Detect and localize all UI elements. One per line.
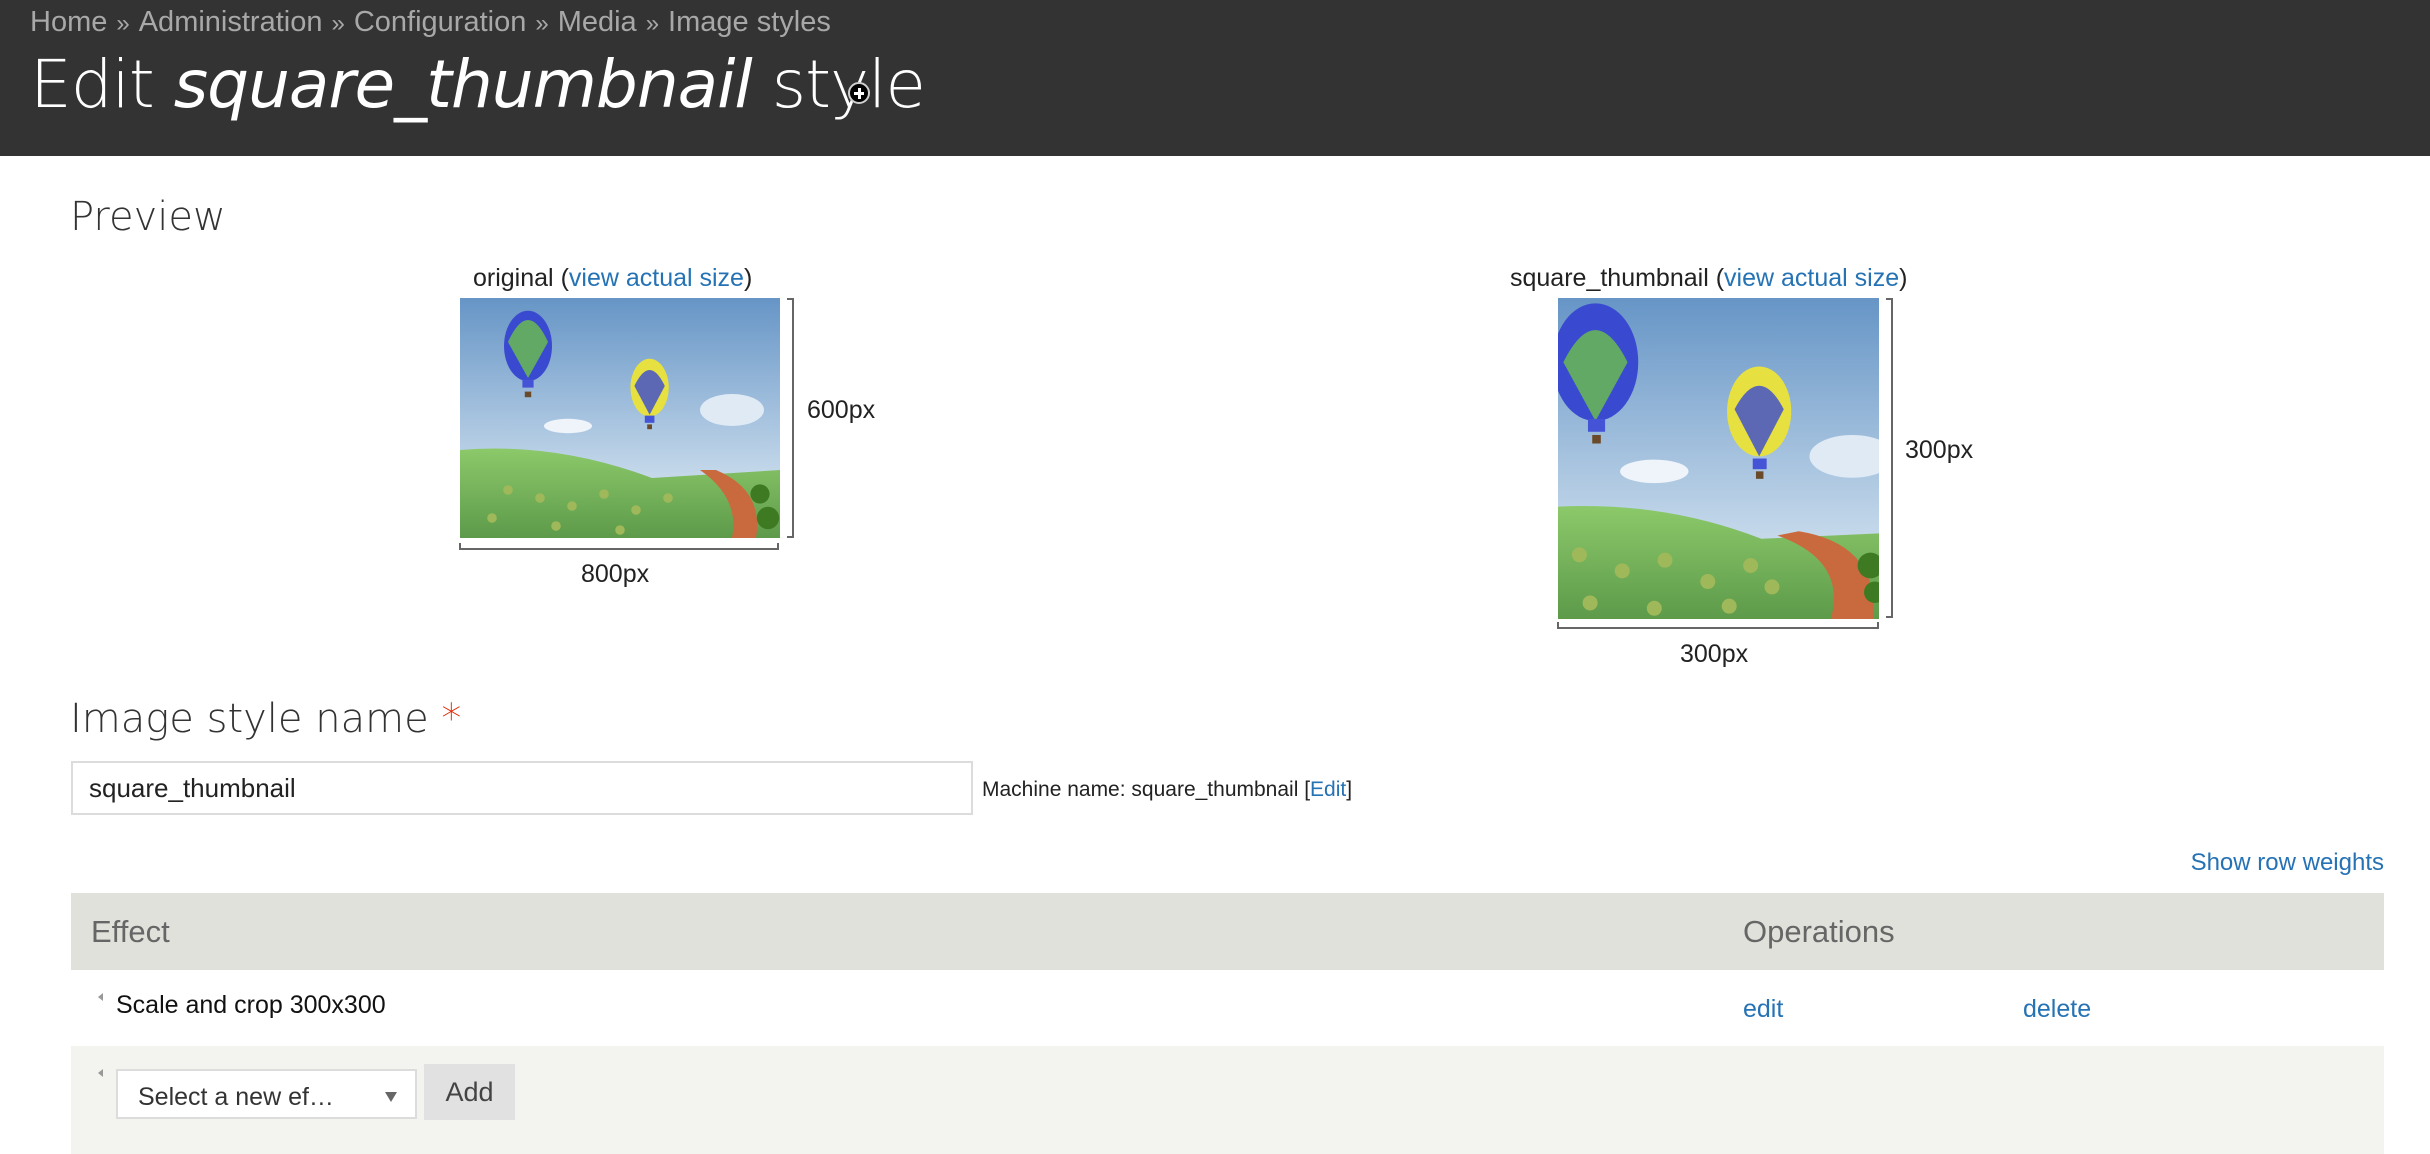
breadcrumb-separator: » [645,10,660,37]
machine-name-text: Machine name: square_thumbnail [ [982,778,1311,801]
original-preview-image[interactable] [460,298,780,538]
add-effect-button[interactable]: Add [424,1064,515,1120]
title-suffix: style [771,46,926,123]
breadcrumb-administration[interactable]: Administration [139,6,323,38]
breadcrumb-separator: » [535,10,549,37]
column-header-operations: Operations [1743,914,1895,949]
breadcrumb-separator: » [331,10,345,37]
title-prefix: Edit [30,46,155,123]
original-width-label: 800px [581,560,650,588]
add-effect-row: Select a new ef… Add [71,1046,2384,1154]
column-header-effect: Effect [91,914,170,949]
title-style-name: square_thumbnail [173,46,753,123]
edit-effect-link[interactable]: edit [1743,995,1783,1024]
drag-handle-icon[interactable] [98,1069,103,1077]
required-marker: * [441,696,462,742]
original-height-label: 600px [807,396,876,424]
breadcrumb-separator: » [116,10,130,37]
breadcrumb-home[interactable]: Home [30,6,107,38]
image-style-name-input[interactable] [71,761,973,815]
delete-effect-link[interactable]: delete [2023,995,2091,1024]
add-shortcut-icon[interactable] [848,82,870,104]
paren: ( [1715,264,1725,292]
drag-handle-icon[interactable] [98,993,103,1001]
balloon-landscape-image [460,298,780,538]
width-bracket [1557,622,1879,629]
derivative-label: square_thumbnail [1510,264,1709,292]
height-bracket [787,298,794,538]
effects-table: Effect Operations Scale and crop 300x300… [71,893,2384,1154]
derivative-width-label: 300px [1680,640,1749,668]
paren: ) [1899,264,1908,292]
machine-name: Machine name: square_thumbnail [Edit] [982,778,1352,802]
page-title: Edit square_thumbnail style [30,46,926,123]
table-header: Effect Operations [71,893,2384,970]
balloon-landscape-image [1558,298,1879,619]
select-value: Select a new ef… [138,1083,334,1111]
image-style-name-label: Image style name * [70,696,461,742]
original-caption: original (view actual size) [473,264,752,293]
height-bracket [1886,298,1893,618]
show-row-weights-link[interactable]: Show row weights [2191,849,2384,877]
paren: ( [560,264,569,292]
page-header: Home » Administration » Configuration » Media »… [0,0,2430,156]
original-label: original [473,264,554,292]
label-text: Image style name [70,696,429,742]
original-view-actual-size-link[interactable]: view actual size [569,264,744,292]
derivative-height-label: 300px [1905,436,1974,464]
breadcrumb-image-styles[interactable]: Image styles [668,6,831,38]
table-row: Scale and crop 300x300 edit delete [71,970,2384,1046]
derivative-preview-image[interactable] [1558,298,1879,619]
paren: ) [743,264,753,292]
effect-name: Scale and crop 300x300 [116,991,386,1019]
width-bracket [459,543,779,550]
derivative-caption: square_thumbnail (view actual size) [1510,264,1907,293]
preview-heading: Preview [70,194,226,240]
breadcrumb: Home » Administration » Configuration » Media »… [30,6,831,39]
machine-name-edit-link[interactable]: Edit [1310,778,1346,801]
bracket: ] [1346,778,1353,801]
new-effect-select[interactable]: Select a new ef… [116,1069,417,1119]
derivative-view-actual-size-link[interactable]: view actual size [1724,264,1899,292]
breadcrumb-media[interactable]: Media [558,6,637,38]
breadcrumb-configuration[interactable]: Configuration [354,6,527,38]
chevron-down-icon [385,1092,397,1102]
